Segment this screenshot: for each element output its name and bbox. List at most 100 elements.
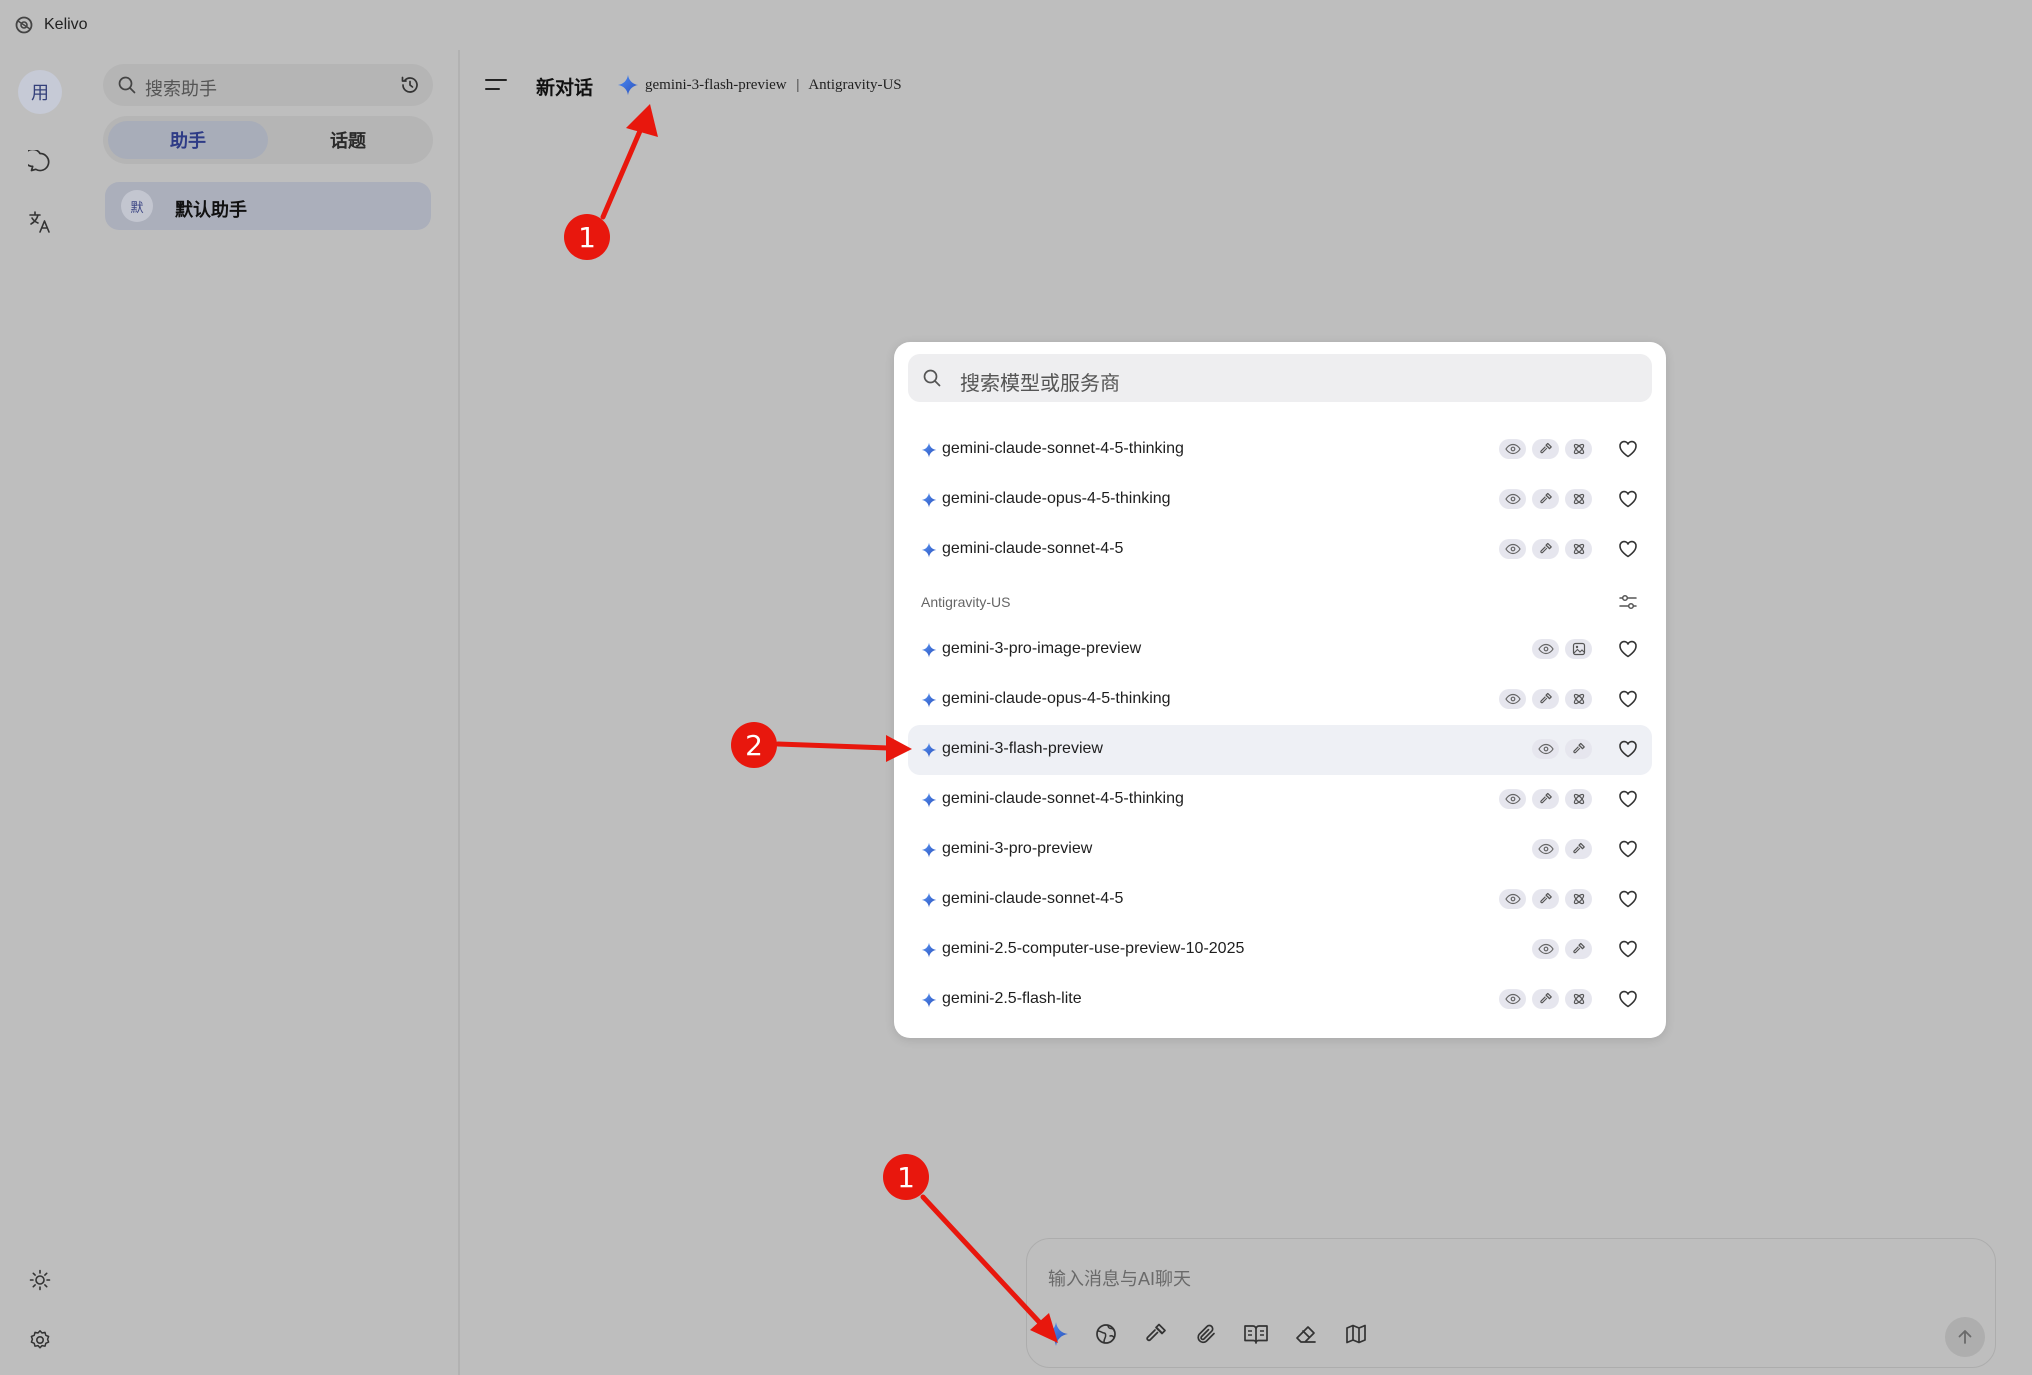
model-row[interactable]: gemini-claude-opus-4-5-thinking: [908, 675, 1652, 725]
hammer-icon: [1532, 539, 1559, 559]
model-row[interactable]: gemini-claude-sonnet-4-5: [908, 525, 1652, 575]
history-icon[interactable]: [399, 74, 421, 96]
gemini-star-icon: [921, 642, 937, 658]
sidebar-tabs: 助手 话题: [103, 116, 433, 164]
translate-icon[interactable]: [18, 200, 62, 244]
provider-settings-icon[interactable]: [1618, 593, 1638, 611]
atom-icon: [1565, 989, 1592, 1009]
message-composer[interactable]: 输入消息与AI聊天: [1026, 1238, 1996, 1368]
header-separator: |: [796, 77, 800, 93]
sun-icon[interactable]: [18, 1258, 62, 1302]
model-capabilities: [1499, 689, 1592, 709]
model-name: gemini-2.5-computer-use-preview-10-2025: [942, 940, 1245, 957]
favorite-heart-icon[interactable]: [1618, 740, 1638, 758]
hammer-icon: [1532, 989, 1559, 1009]
header-provider: Antigravity-US: [808, 77, 902, 93]
assistant-search-placeholder: 搜索助手: [145, 79, 217, 99]
model-row[interactable]: gemini-claude-sonnet-4-5-thinking: [908, 425, 1652, 475]
model-row[interactable]: gemini-3-pro-preview: [908, 825, 1652, 875]
atom-icon: [1565, 789, 1592, 809]
annotation-badge: 1: [883, 1154, 929, 1200]
favorite-heart-icon[interactable]: [1618, 690, 1638, 708]
model-name: gemini-claude-sonnet-4-5: [942, 540, 1124, 557]
tab-topics[interactable]: 话题: [268, 121, 428, 159]
gemini-star-icon: [921, 492, 937, 508]
model-capabilities: [1532, 839, 1592, 859]
menu-toggle-icon[interactable]: [484, 76, 508, 94]
favorite-heart-icon[interactable]: [1618, 640, 1638, 658]
gemini-star-icon[interactable]: [617, 74, 639, 96]
model-capabilities: [1499, 789, 1592, 809]
gemini-star-icon: [921, 842, 937, 858]
eye-icon: [1499, 889, 1526, 909]
model-row[interactable]: gemini-claude-sonnet-4-5-thinking: [908, 775, 1652, 825]
favorite-heart-icon[interactable]: [1618, 990, 1638, 1008]
gemini-star-icon: [921, 692, 937, 708]
model-capabilities: [1532, 739, 1592, 759]
model-name: gemini-claude-opus-4-5-thinking: [942, 490, 1171, 507]
model-row[interactable]: gemini-2.5-computer-use-preview-10-2025: [908, 925, 1652, 975]
model-capabilities: [1499, 539, 1592, 559]
assistant-list-item[interactable]: 默 默认助手: [105, 182, 431, 230]
favorite-heart-icon[interactable]: [1618, 490, 1638, 508]
user-avatar[interactable]: 用: [18, 70, 62, 114]
model-selector[interactable]: gemini-3-flash-preview | Antigravity-US: [645, 77, 902, 94]
model-row[interactable]: gemini-3-flash-preview: [908, 725, 1652, 775]
annotation-badge: 1: [564, 214, 610, 260]
book-icon[interactable]: [1241, 1319, 1271, 1349]
model-capabilities: [1532, 939, 1592, 959]
search-icon: [922, 368, 942, 388]
model-row[interactable]: gemini-3-pro-image-preview: [908, 625, 1652, 675]
model-star-icon[interactable]: [1041, 1319, 1071, 1349]
favorite-heart-icon[interactable]: [1618, 540, 1638, 558]
model-row[interactable]: gemini-claude-sonnet-4-5: [908, 875, 1652, 925]
send-button[interactable]: [1945, 1317, 1985, 1357]
favorite-heart-icon[interactable]: [1618, 940, 1638, 958]
assistant-avatar: 默: [121, 190, 153, 222]
globe-icon[interactable]: [1091, 1319, 1121, 1349]
model-capabilities: [1499, 889, 1592, 909]
chat-bubble-icon[interactable]: [18, 140, 62, 184]
eraser-icon[interactable]: [1291, 1319, 1321, 1349]
model-name: gemini-3-pro-image-preview: [942, 640, 1142, 657]
favorite-heart-icon[interactable]: [1618, 440, 1638, 458]
eye-icon: [1532, 839, 1559, 859]
model-row[interactable]: gemini-2.5-flash-lite: [908, 975, 1652, 1025]
eye-icon: [1499, 789, 1526, 809]
eye-icon: [1532, 739, 1559, 759]
app-logo-icon: [14, 15, 34, 35]
gear-icon[interactable]: [18, 1318, 62, 1362]
tab-assistant[interactable]: 助手: [108, 121, 268, 159]
model-name: gemini-claude-sonnet-4-5: [942, 890, 1124, 907]
favorite-heart-icon[interactable]: [1618, 840, 1638, 858]
provider-group-name: Antigravity-US: [921, 594, 1011, 610]
model-name: gemini-claude-opus-4-5-thinking: [942, 690, 1171, 707]
atom-icon: [1565, 439, 1592, 459]
assistant-name: 默认助手: [175, 200, 247, 220]
annotation-badge: 2: [731, 722, 777, 768]
model-capabilities: [1532, 639, 1592, 659]
favorite-heart-icon[interactable]: [1618, 790, 1638, 808]
model-search-input[interactable]: 搜索模型或服务商: [908, 354, 1652, 402]
search-icon: [117, 75, 137, 95]
atom-icon: [1565, 489, 1592, 509]
hammer-icon: [1532, 439, 1559, 459]
eye-icon: [1532, 639, 1559, 659]
gemini-star-icon: [921, 992, 937, 1008]
map-icon[interactable]: [1341, 1319, 1371, 1349]
model-capabilities: [1499, 489, 1592, 509]
model-capabilities: [1499, 989, 1592, 1009]
model-row[interactable]: gemini-claude-opus-4-5-thinking: [908, 475, 1652, 525]
paperclip-icon[interactable]: [1191, 1319, 1221, 1349]
favorite-heart-icon[interactable]: [1618, 890, 1638, 908]
hammer-icon: [1532, 689, 1559, 709]
gemini-star-icon: [921, 742, 937, 758]
message-input[interactable]: 输入消息与AI聊天: [1048, 1265, 1191, 1291]
model-name: gemini-2.5-flash-lite: [942, 990, 1082, 1007]
arrow-up-icon: [1956, 1328, 1974, 1346]
atom-icon: [1565, 689, 1592, 709]
assistant-search[interactable]: 搜索助手: [103, 64, 433, 106]
hammer-icon: [1532, 489, 1559, 509]
hammer-icon[interactable]: [1141, 1319, 1171, 1349]
model-capabilities: [1499, 439, 1592, 459]
